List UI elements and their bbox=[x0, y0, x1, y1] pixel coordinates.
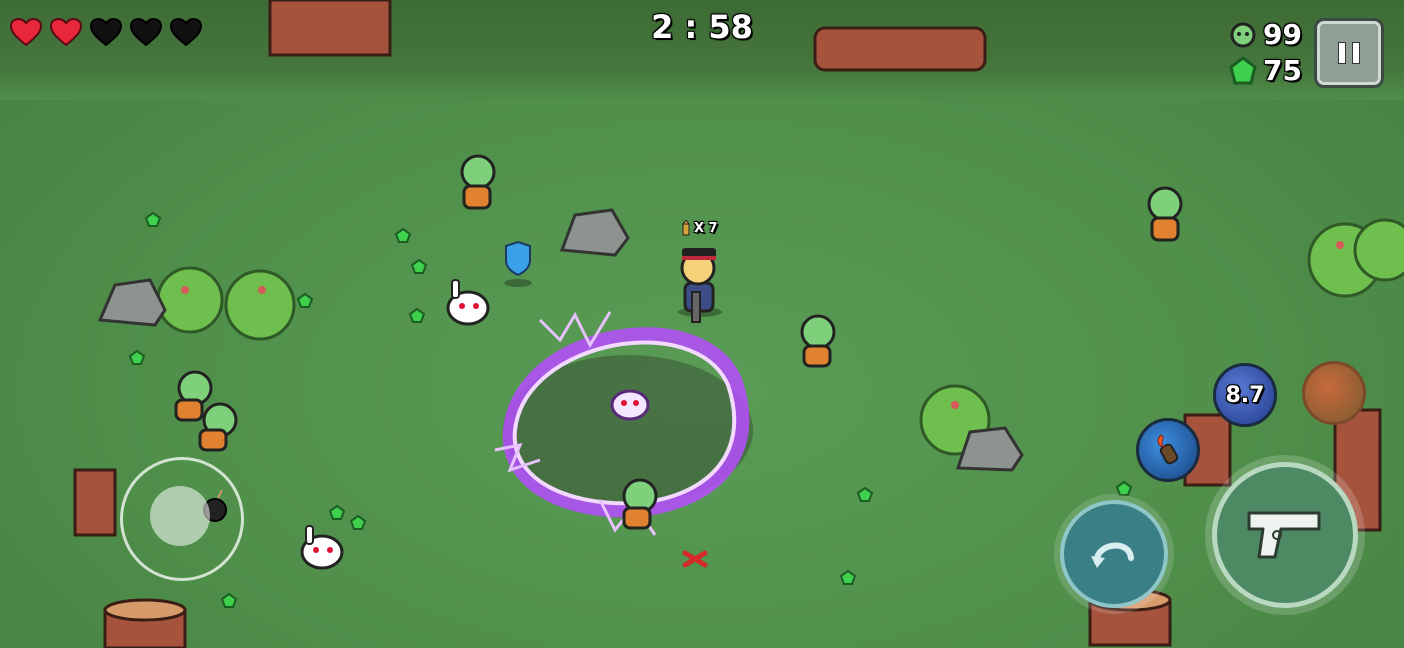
rabbit bbox=[300, 525, 344, 570]
bush-right bbox=[1307, 218, 1404, 298]
zombie bbox=[622, 478, 658, 530]
fire-button[interactable] bbox=[1212, 462, 1358, 608]
bullet-icon bbox=[682, 220, 690, 236]
pause-button[interactable] bbox=[1314, 18, 1384, 88]
pause-icon bbox=[1352, 42, 1360, 64]
rabbit bbox=[446, 279, 490, 326]
molotov-icon bbox=[1157, 434, 1179, 465]
skill-shadow-orb-button[interactable]: 8.7 bbox=[1213, 363, 1277, 427]
bush-left bbox=[156, 266, 296, 341]
kill-counter: 99 bbox=[1229, 18, 1302, 51]
survival-timer: 2 : 58 bbox=[651, 8, 753, 46]
dodge-button[interactable] bbox=[1060, 500, 1168, 608]
skill-cooldown: 8.7 bbox=[1225, 382, 1265, 408]
zombie bbox=[1147, 186, 1183, 242]
target-x-marker bbox=[682, 550, 708, 568]
ammo-count: X 7 bbox=[694, 220, 718, 236]
pause-icon bbox=[1338, 42, 1346, 64]
dodge-rotate-icon bbox=[1091, 542, 1134, 568]
rabbit bbox=[610, 389, 650, 421]
rock-center bbox=[559, 208, 630, 257]
ammo-indicator: X 7 bbox=[682, 220, 718, 236]
gem-count: 75 bbox=[1263, 54, 1302, 87]
zombie bbox=[198, 402, 238, 452]
zombie bbox=[800, 314, 836, 368]
game-stage: 2 : 58 99 75 X 7 8.7 bbox=[0, 0, 1404, 648]
rock-left bbox=[97, 278, 167, 327]
green-gem-icon bbox=[1229, 55, 1257, 84]
shield-pickup bbox=[504, 240, 532, 287]
joystick-knob[interactable] bbox=[150, 486, 210, 546]
pistol-icon bbox=[1247, 511, 1321, 559]
gem-counter: 75 bbox=[1229, 54, 1302, 87]
kill-count: 99 bbox=[1263, 18, 1302, 51]
zombie bbox=[460, 154, 496, 210]
zombie-head-icon bbox=[1230, 22, 1256, 47]
skill-molotov-button[interactable] bbox=[1136, 418, 1200, 482]
skill-fire-orb-button[interactable] bbox=[1302, 361, 1366, 425]
player-character bbox=[678, 248, 722, 323]
